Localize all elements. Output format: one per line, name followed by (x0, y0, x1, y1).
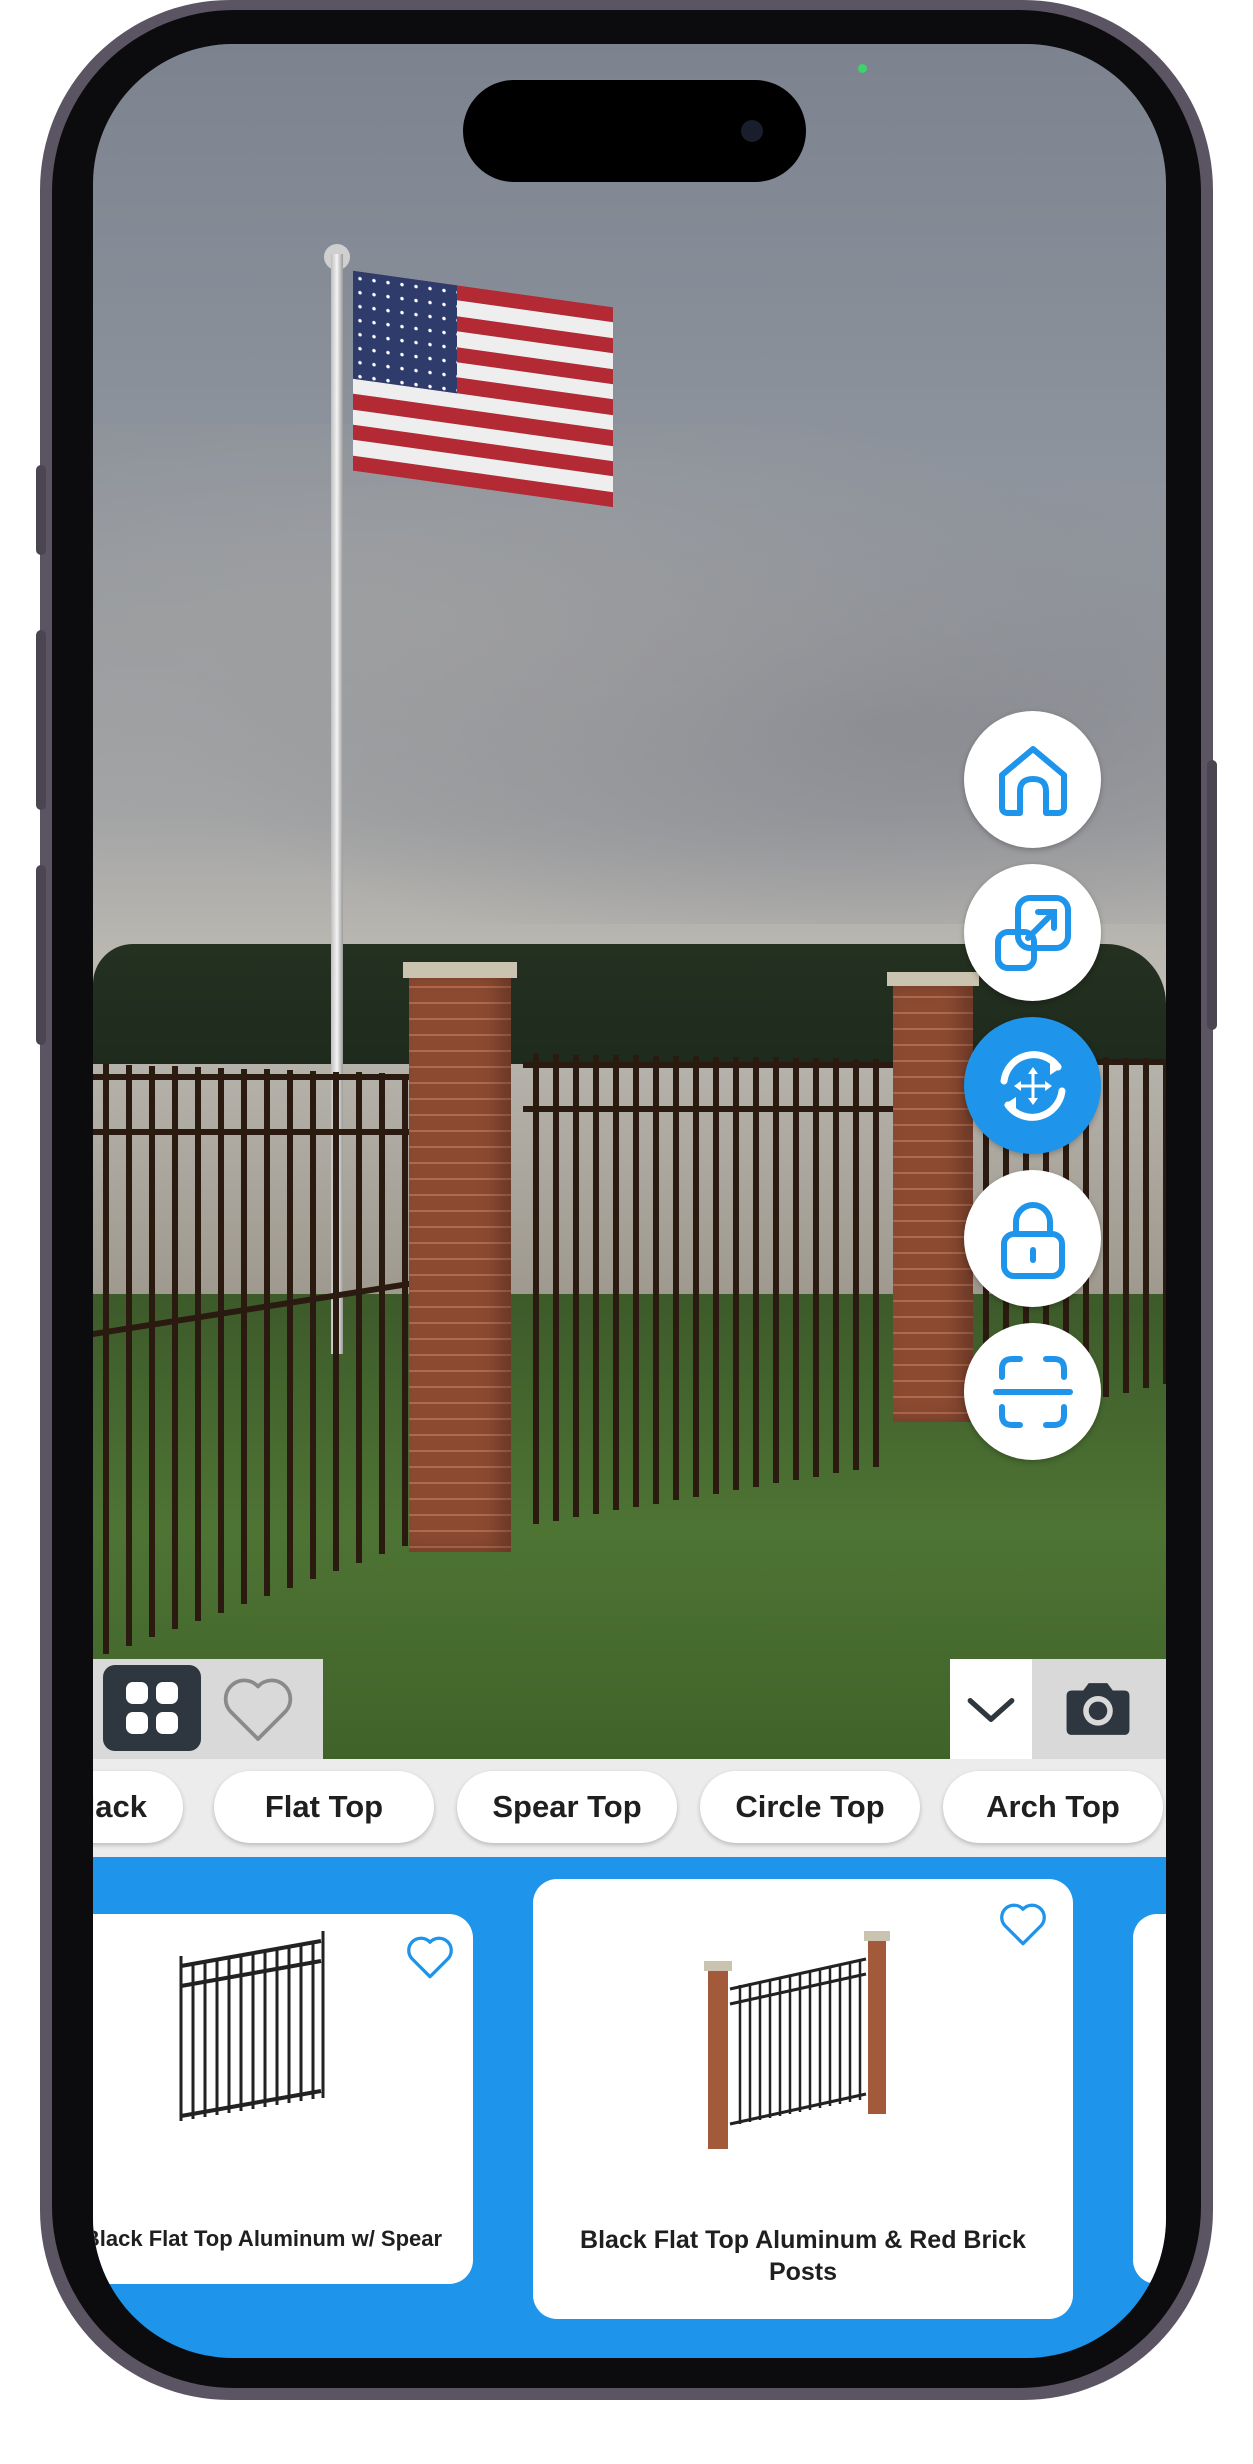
chip-black[interactable]: Black (93, 1771, 183, 1843)
fence-picket (653, 1055, 659, 1504)
brick-post (893, 982, 973, 1422)
fence-picket (195, 1067, 201, 1621)
catalog-grid-button[interactable] (103, 1665, 201, 1751)
mute-switch (36, 465, 46, 555)
fence-picket (172, 1066, 178, 1630)
product-name: Black Flat Top Aluminum w/ Spear (93, 2226, 443, 2251)
heart-icon (1000, 1903, 1046, 1946)
home-button[interactable] (964, 711, 1101, 848)
fence-picket (241, 1068, 247, 1605)
fence-picket (264, 1069, 270, 1596)
chevron-down-icon (967, 1698, 1015, 1722)
fence-picket (533, 1054, 539, 1524)
fence-thumbnail (704, 1931, 890, 2149)
fence-picket (1123, 1057, 1129, 1393)
fence-picket (853, 1058, 859, 1470)
favorite-toggle[interactable] (405, 1934, 455, 1980)
power-button (1207, 760, 1217, 1030)
favorites-button[interactable] (213, 1664, 303, 1754)
fence-picket (553, 1054, 559, 1521)
scan-button[interactable] (964, 1323, 1101, 1460)
fence-picket (713, 1056, 719, 1494)
rotate-move-button[interactable] (964, 1017, 1101, 1154)
dynamic-island (463, 80, 806, 182)
camera-icon (1066, 1683, 1130, 1735)
heart-icon (407, 1936, 453, 1979)
brick-post (409, 972, 511, 1552)
chip-spear-top[interactable]: Spear Top (457, 1771, 677, 1843)
volume-up-button (36, 630, 46, 810)
fence-picket (402, 1073, 408, 1547)
fence-picket (793, 1057, 799, 1481)
camera-in-use-indicator (858, 64, 867, 73)
chip-flat-top[interactable]: Flat Top (214, 1771, 434, 1843)
product-card[interactable]: Black Flat Top Aluminum w/ Spear (93, 1914, 473, 2284)
fence-picket (773, 1057, 779, 1484)
fence-picket (126, 1064, 132, 1646)
screen: Black Flat Top Spear Top Circle Top Arch… (93, 44, 1166, 2358)
fence-thumbnail (179, 1931, 325, 2121)
heart-icon (223, 1678, 293, 1741)
grid-icon (126, 1682, 178, 1734)
fence-picket (1143, 1058, 1149, 1389)
fence-picket (573, 1054, 579, 1518)
collapse-panel-button[interactable] (950, 1659, 1032, 1761)
fence-picket (753, 1057, 759, 1487)
front-camera (741, 120, 763, 142)
fence-picket (593, 1054, 599, 1514)
fence-picket (149, 1065, 155, 1638)
fence-picket (310, 1070, 316, 1580)
fence-picket (379, 1073, 385, 1555)
fence-picket (633, 1055, 639, 1508)
rotate-move-icon (1000, 1050, 1065, 1121)
product-card[interactable]: Black Flat Top Aluminum & Red Brick Post… (533, 1879, 1073, 2319)
lock-button[interactable] (964, 1170, 1101, 1307)
favorite-toggle[interactable] (998, 1901, 1048, 1947)
fence-picket (833, 1058, 839, 1474)
lock-icon (1000, 1201, 1065, 1279)
fence-picket (287, 1070, 293, 1588)
product-name: Black Flat Top Aluminum & Red Brick Post… (580, 2226, 1026, 2286)
scan-icon (992, 1355, 1073, 1428)
fence-picket (693, 1056, 699, 1497)
fence-picket (733, 1056, 739, 1491)
chip-arch-top[interactable]: Arch Top (943, 1771, 1163, 1843)
fence-picket (356, 1072, 362, 1563)
fence-picket (1103, 1057, 1109, 1398)
fence-picket (673, 1055, 679, 1501)
resize-button[interactable] (964, 864, 1101, 1001)
product-card-partial[interactable] (1133, 1914, 1166, 2284)
fence-picket (333, 1071, 339, 1572)
fence-picket (813, 1057, 819, 1477)
fence-picket (613, 1055, 619, 1511)
volume-down-button (36, 865, 46, 1045)
fence-picket (873, 1058, 879, 1467)
fence-picket (218, 1067, 224, 1613)
style-filter-bar: Black Flat Top Spear Top Circle Top Arch… (93, 1759, 1166, 1857)
fence-picket (1163, 1059, 1166, 1384)
fence-picket (103, 1064, 109, 1654)
camera-button[interactable] (1038, 1664, 1158, 1754)
product-carousel: Black Flat Top Aluminum w/ Spear Black F… (93, 1857, 1166, 2358)
resize-icon (994, 894, 1071, 971)
chip-circle-top[interactable]: Circle Top (700, 1771, 920, 1843)
home-icon (998, 745, 1067, 816)
